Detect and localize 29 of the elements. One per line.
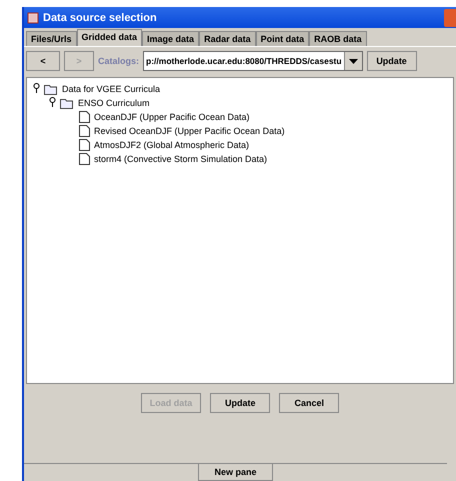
tab[interactable]: Files/Urls <box>26 31 77 46</box>
window-title: Data source selection <box>43 12 157 24</box>
tab[interactable]: Gridded data <box>76 29 142 46</box>
pin-icon[interactable] <box>33 83 40 93</box>
folder-icon <box>60 98 74 108</box>
tree-item[interactable]: ENSO Curriculum <box>78 98 150 108</box>
tree-item[interactable]: AtmosDJF2 (Global Atmospheric Data) <box>94 140 250 150</box>
document-icon <box>79 111 90 123</box>
app-icon <box>27 12 39 24</box>
tab[interactable]: RAOB data <box>309 31 367 46</box>
tree-item[interactable]: Revised OceanDJF (Upper Pacific Ocean Data) <box>94 126 285 136</box>
tree-item[interactable]: storm4 (Convective Storm Simulation Data) <box>94 154 268 164</box>
dialog-button[interactable]: Cancel <box>279 393 340 413</box>
document-icon <box>79 153 90 165</box>
back-button[interactable]: < <box>26 51 60 71</box>
folder-icon <box>44 84 58 94</box>
tab[interactable]: Radar data <box>199 31 256 46</box>
tab[interactable]: Point data <box>256 31 310 46</box>
document-icon <box>79 125 90 137</box>
catalogs-label: Catalogs: <box>98 56 140 66</box>
pin-icon[interactable] <box>49 97 56 107</box>
update-button[interactable]: Update <box>366 51 417 71</box>
dialog-button[interactable]: Update <box>210 393 270 413</box>
tree-item[interactable]: OceanDJF (Upper Pacific Ocean Data) <box>94 112 250 122</box>
catalog-combo-box[interactable]: p://motherlode.ucar.edu:8080/THREDDS/casestu <box>143 51 363 71</box>
tab[interactable]: New pane <box>198 464 272 481</box>
tree-item[interactable]: Data for VGEE Curricula <box>62 84 160 94</box>
tab[interactable]: Image data <box>142 31 200 46</box>
document-icon <box>79 139 90 151</box>
